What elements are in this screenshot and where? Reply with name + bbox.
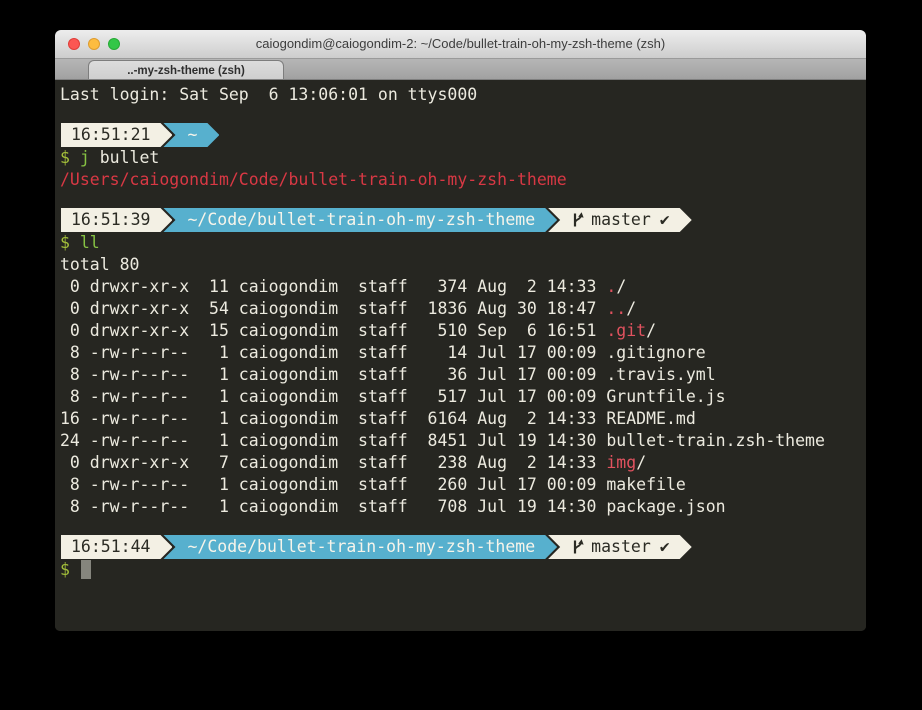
file-name: .travis.yml [606, 365, 715, 384]
file-name: .. [606, 299, 626, 318]
git-clean-check-icon: ✔ [660, 208, 670, 232]
prompt-time: 16:51:44 [71, 535, 150, 559]
output-path-line: /Users/caiogondim/Code/bullet-train-oh-m… [60, 169, 866, 191]
command-line-2: $ ll [60, 232, 866, 254]
prompt-line-3: 16:51:44 ~/Code/bullet-train-oh-my-zsh-t… [61, 535, 866, 559]
file-row-meta: 8 -rw-r--r-- 1 caiogondim staff 517 Jul … [60, 387, 606, 406]
prompt-dir: ~/Code/bullet-train-oh-my-zsh-theme [187, 535, 535, 559]
prompt-char: $ [60, 233, 70, 252]
listing-total-line: total 80 [60, 254, 866, 276]
command-line-1: $ j bullet [60, 147, 866, 169]
prompt-time: 16:51:39 [71, 208, 150, 232]
command-name: j [70, 148, 90, 167]
file-row: 0 drwxr-xr-x 54 caiogondim staff 1836 Au… [60, 298, 866, 320]
minimize-button[interactable] [88, 38, 100, 50]
file-row-meta: 8 -rw-r--r-- 1 caiogondim staff 260 Jul … [60, 475, 606, 494]
file-row-meta: 0 drwxr-xr-x 7 caiogondim staff 238 Aug … [60, 453, 606, 472]
zoom-button[interactable] [108, 38, 120, 50]
file-name: bullet-train.zsh-theme [606, 431, 825, 450]
close-button[interactable] [68, 38, 80, 50]
desktop: caiogondim@caiogondim-2: ~/Code/bullet-t… [0, 0, 922, 710]
prompt-time-segment: 16:51:39 [61, 208, 172, 232]
file-row: 8 -rw-r--r-- 1 caiogondim staff 260 Jul … [60, 474, 866, 496]
file-row-meta: 24 -rw-r--r-- 1 caiogondim staff 8451 Ju… [60, 431, 606, 450]
file-row-meta: 0 drwxr-xr-x 54 caiogondim staff 1836 Au… [60, 299, 606, 318]
input-line[interactable]: $ [60, 559, 866, 581]
prompt-dir-segment: ~/Code/bullet-train-oh-my-zsh-theme [163, 535, 557, 559]
prompt-time-segment: 16:51:44 [61, 535, 172, 559]
tab-bar: ..-my-zsh-theme (zsh) [55, 59, 866, 80]
file-row: 16 -rw-r--r-- 1 caiogondim staff 6164 Au… [60, 408, 866, 430]
file-suffix: / [636, 453, 646, 472]
window-controls [68, 38, 120, 50]
blank-line [60, 518, 866, 535]
cursor [81, 560, 91, 579]
command-args: bullet [90, 148, 160, 167]
file-row: 0 drwxr-xr-x 15 caiogondim staff 510 Sep… [60, 320, 866, 342]
prompt-char: $ [60, 148, 70, 167]
file-row-meta: 0 drwxr-xr-x 15 caiogondim staff 510 Sep… [60, 321, 606, 340]
last-login-line: Last login: Sat Sep 6 13:06:01 on ttys00… [60, 84, 866, 106]
file-row: 0 drwxr-xr-x 11 caiogondim staff 374 Aug… [60, 276, 866, 298]
terminal-screen[interactable]: Last login: Sat Sep 6 13:06:01 on ttys00… [55, 80, 866, 631]
tab-label: ..-my-zsh-theme (zsh) [127, 65, 245, 77]
git-clean-check-icon: ✔ [660, 535, 670, 559]
file-row-meta: 16 -rw-r--r-- 1 caiogondim staff 6164 Au… [60, 409, 606, 428]
file-row: 8 -rw-r--r-- 1 caiogondim staff 517 Jul … [60, 386, 866, 408]
file-name: . [606, 277, 616, 296]
git-branch-name: master [591, 535, 651, 559]
prompt-git-segment: master ✔ [548, 208, 692, 232]
file-row: 24 -rw-r--r-- 1 caiogondim staff 8451 Ju… [60, 430, 866, 452]
file-name: README.md [606, 409, 695, 428]
file-row-meta: 0 drwxr-xr-x 11 caiogondim staff 374 Aug… [60, 277, 606, 296]
file-listing: 0 drwxr-xr-x 11 caiogondim staff 374 Aug… [60, 276, 866, 518]
file-name: .gitignore [606, 343, 705, 362]
window-title: caiogondim@caiogondim-2: ~/Code/bullet-t… [55, 30, 866, 58]
prompt-time: 16:51:21 [71, 123, 150, 147]
git-branch-name: master [591, 208, 651, 232]
file-row: 0 drwxr-xr-x 7 caiogondim staff 238 Aug … [60, 452, 866, 474]
file-name: package.json [606, 497, 725, 516]
prompt-char: $ [60, 560, 70, 579]
file-suffix: / [646, 321, 656, 340]
file-row: 8 -rw-r--r-- 1 caiogondim staff 14 Jul 1… [60, 342, 866, 364]
file-row-meta: 8 -rw-r--r-- 1 caiogondim staff 36 Jul 1… [60, 365, 606, 384]
prompt-line-2: 16:51:39 ~/Code/bullet-train-oh-my-zsh-t… [61, 208, 866, 232]
file-row: 8 -rw-r--r-- 1 caiogondim staff 36 Jul 1… [60, 364, 866, 386]
file-suffix: / [626, 299, 636, 318]
file-row-meta: 8 -rw-r--r-- 1 caiogondim staff 708 Jul … [60, 497, 606, 516]
command-name: ll [70, 233, 100, 252]
titlebar[interactable]: caiogondim@caiogondim-2: ~/Code/bullet-t… [55, 30, 866, 59]
git-branch-icon [572, 538, 585, 556]
prompt-dir-segment: ~/Code/bullet-train-oh-my-zsh-theme [163, 208, 557, 232]
prompt-git-segment: master ✔ [548, 535, 692, 559]
prompt-dir: ~ [187, 123, 197, 147]
prompt-line-1: 16:51:21 ~ [61, 123, 866, 147]
file-suffix: / [616, 277, 626, 296]
file-row: 8 -rw-r--r-- 1 caiogondim staff 708 Jul … [60, 496, 866, 518]
file-name: .git [606, 321, 646, 340]
blank-line [60, 106, 866, 123]
file-row-meta: 8 -rw-r--r-- 1 caiogondim staff 14 Jul 1… [60, 343, 606, 362]
blank-line [60, 191, 866, 208]
file-name: makefile [606, 475, 685, 494]
git-branch-icon [572, 211, 585, 229]
file-name: Gruntfile.js [606, 387, 725, 406]
tab-active[interactable]: ..-my-zsh-theme (zsh) [88, 60, 284, 79]
file-name: img [606, 453, 636, 472]
prompt-dir: ~/Code/bullet-train-oh-my-zsh-theme [187, 208, 535, 232]
terminal-window: caiogondim@caiogondim-2: ~/Code/bullet-t… [55, 30, 866, 631]
prompt-time-segment: 16:51:21 [61, 123, 172, 147]
